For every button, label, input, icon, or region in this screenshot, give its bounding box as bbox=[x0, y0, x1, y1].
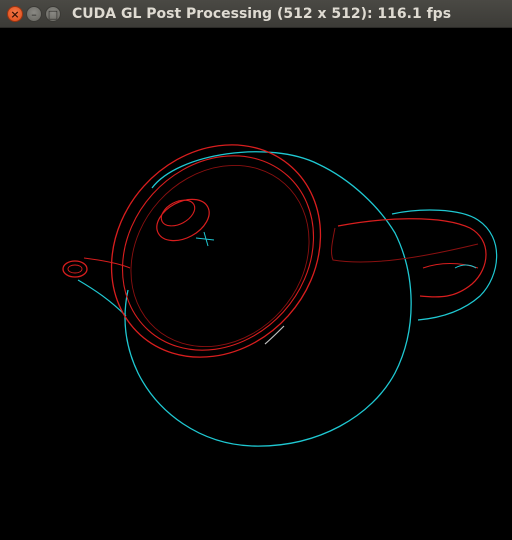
close-icon: × bbox=[10, 7, 20, 21]
window-title: CUDA GL Post Processing (512 x 512): 116… bbox=[72, 6, 452, 22]
teapot-lid-rim-outer bbox=[110, 144, 322, 358]
minimize-window-button[interactable]: – bbox=[26, 6, 42, 22]
title-bar[interactable]: × – □ CUDA GL Post Processing (512 x 512… bbox=[0, 0, 512, 28]
teapot-spout-tip-inner bbox=[67, 264, 83, 274]
window-controls: × – □ bbox=[7, 6, 61, 22]
teapot-handle-outer bbox=[391, 209, 498, 321]
teapot-render bbox=[62, 144, 498, 447]
teapot-lid-rim-inner bbox=[130, 164, 310, 348]
teapot-handle-highlight bbox=[454, 264, 477, 269]
gl-viewport[interactable] bbox=[0, 28, 512, 540]
maximize-icon: □ bbox=[47, 7, 59, 21]
teapot-lid-knob-highlight bbox=[195, 231, 215, 247]
close-window-button[interactable]: × bbox=[7, 6, 23, 22]
teapot-body-silhouette bbox=[124, 151, 412, 447]
teapot-spout-tip bbox=[62, 260, 88, 278]
teapot-spout-bottom bbox=[77, 279, 127, 317]
teapot-handle-edge bbox=[422, 263, 479, 269]
teapot-lid-rim-mid bbox=[121, 155, 315, 351]
app-window: × – □ CUDA GL Post Processing (512 x 512… bbox=[0, 0, 512, 540]
maximize-window-button[interactable]: □ bbox=[45, 6, 61, 22]
minimize-icon: – bbox=[31, 7, 37, 21]
